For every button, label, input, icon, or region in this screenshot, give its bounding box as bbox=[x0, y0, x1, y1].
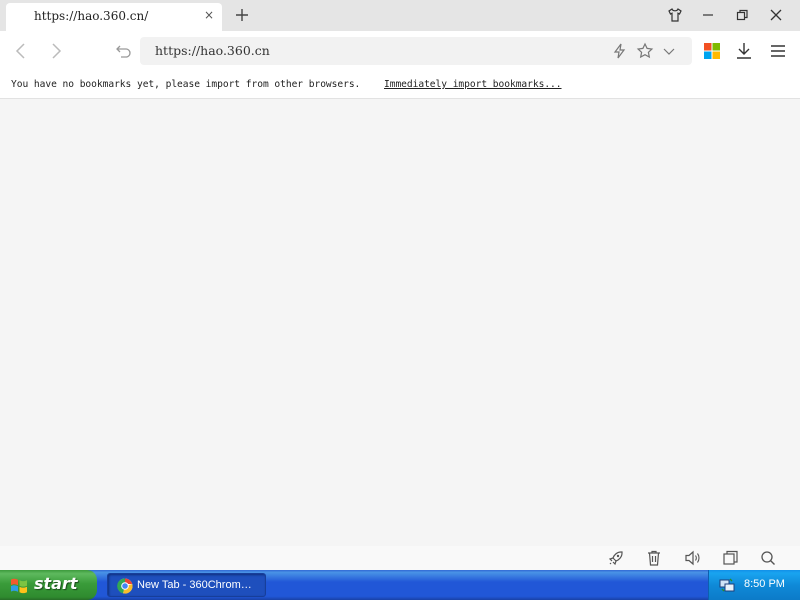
import-bookmarks-link[interactable]: Immediately import bookmarks... bbox=[384, 79, 562, 90]
taskbar: start New Tab - 360Chrom… 8:50 PM bbox=[0, 570, 800, 600]
restore-icon[interactable] bbox=[732, 5, 752, 25]
windows-logo-icon bbox=[11, 578, 27, 594]
address-text[interactable]: https://hao.360.cn bbox=[155, 43, 270, 58]
star-icon[interactable] bbox=[636, 42, 654, 60]
network-icon[interactable] bbox=[719, 577, 735, 593]
search-icon[interactable] bbox=[759, 549, 777, 567]
shirt-skin-icon[interactable] bbox=[665, 5, 685, 25]
apps-icon[interactable] bbox=[702, 41, 722, 61]
trash-icon[interactable] bbox=[645, 549, 663, 567]
page-content bbox=[0, 100, 800, 546]
menu-icon[interactable] bbox=[768, 41, 788, 61]
rocket-icon[interactable] bbox=[607, 549, 625, 567]
360chrome-icon bbox=[117, 578, 133, 594]
minimize-icon[interactable] bbox=[698, 5, 718, 25]
no-bookmarks-message: You have no bookmarks yet, please import… bbox=[11, 79, 361, 90]
taskbar-item-label: New Tab - 360Chrom… bbox=[137, 579, 252, 591]
forward-icon[interactable] bbox=[46, 41, 66, 61]
start-label: start bbox=[34, 574, 78, 593]
new-tab-plus-icon[interactable] bbox=[232, 5, 252, 25]
tab-close-icon[interactable]: × bbox=[202, 8, 216, 22]
browser-toolbar: https://hao.360.cn bbox=[0, 31, 800, 71]
browser-tab[interactable]: https://hao.360.cn/ × bbox=[6, 3, 222, 31]
lightning-icon[interactable] bbox=[611, 42, 629, 60]
system-tray: 8:50 PM bbox=[708, 570, 800, 600]
clock[interactable]: 8:50 PM bbox=[744, 578, 785, 590]
taskbar-item-360chrome[interactable]: New Tab - 360Chrom… bbox=[107, 573, 266, 597]
back-icon[interactable] bbox=[11, 41, 31, 61]
undo-icon[interactable] bbox=[114, 41, 134, 61]
status-bar bbox=[0, 546, 800, 570]
address-bar[interactable]: https://hao.360.cn bbox=[140, 37, 692, 65]
bookmarks-bar: You have no bookmarks yet, please import… bbox=[0, 71, 800, 99]
start-button[interactable]: start bbox=[0, 570, 97, 600]
tab-strip: https://hao.360.cn/ × bbox=[0, 0, 800, 31]
tab-title: https://hao.360.cn/ bbox=[34, 9, 149, 23]
window-icon[interactable] bbox=[721, 549, 739, 567]
download-icon[interactable] bbox=[734, 41, 754, 61]
chevron-down-icon[interactable] bbox=[660, 42, 678, 60]
speaker-icon[interactable] bbox=[683, 549, 701, 567]
close-icon[interactable] bbox=[766, 5, 786, 25]
